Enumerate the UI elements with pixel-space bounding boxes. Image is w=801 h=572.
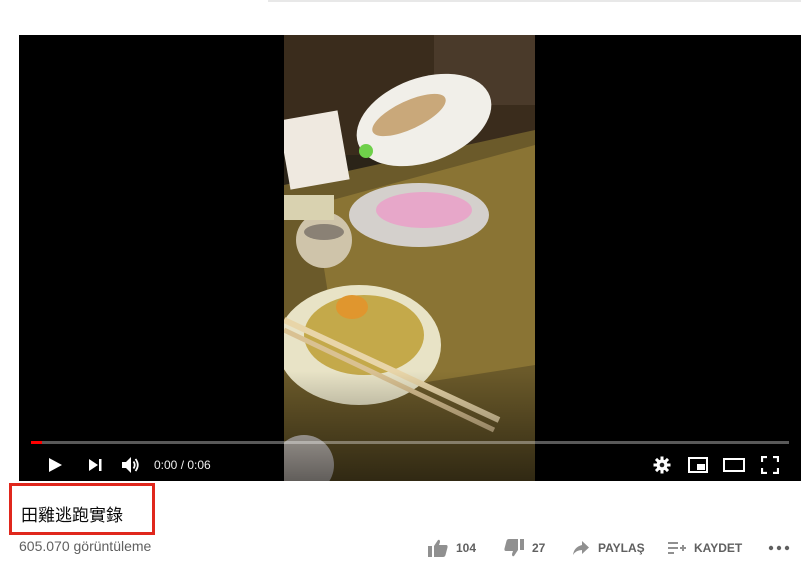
miniplayer-button[interactable] [685, 449, 711, 481]
next-icon [89, 459, 102, 471]
volume-icon [122, 457, 139, 473]
theater-mode-button[interactable] [721, 449, 747, 481]
dislike-count: 27 [532, 541, 546, 555]
thumbs-down-icon [504, 539, 524, 557]
share-label: PAYLAŞ [598, 541, 645, 555]
save-button[interactable]: KAYDET [668, 536, 742, 560]
masthead-divider [268, 0, 801, 2]
thumbs-up-icon [428, 539, 448, 557]
playlist-add-icon [668, 542, 686, 554]
save-label: KAYDET [694, 541, 743, 555]
fullscreen-button[interactable] [757, 449, 783, 481]
gear-icon [653, 456, 671, 474]
settings-button[interactable] [649, 449, 675, 481]
view-count: 605.070 görüntüleme [19, 538, 152, 554]
player-controls: 0:00 / 0:06 [19, 449, 801, 481]
fullscreen-icon [761, 456, 779, 474]
time-display: 0:00 / 0:06 [154, 458, 211, 472]
like-count: 104 [456, 541, 477, 555]
video-title: 田雞逃跑實錄 [21, 506, 123, 526]
miniplayer-icon [688, 457, 708, 473]
play-button[interactable] [41, 449, 69, 481]
share-arrow-icon [573, 541, 589, 555]
dislike-button[interactable]: 27 [504, 536, 545, 560]
like-button[interactable]: 104 [428, 536, 476, 560]
more-actions-button[interactable] [768, 536, 790, 560]
play-icon [49, 458, 62, 472]
theater-icon [723, 458, 745, 472]
progress-fill [31, 441, 43, 444]
volume-button[interactable] [117, 449, 145, 481]
more-icon [768, 545, 790, 551]
video-player[interactable]: 0:00 / 0:06 [19, 35, 801, 481]
next-button[interactable] [81, 449, 109, 481]
progress-bar[interactable] [31, 441, 789, 444]
share-button[interactable]: PAYLAŞ [572, 536, 645, 560]
